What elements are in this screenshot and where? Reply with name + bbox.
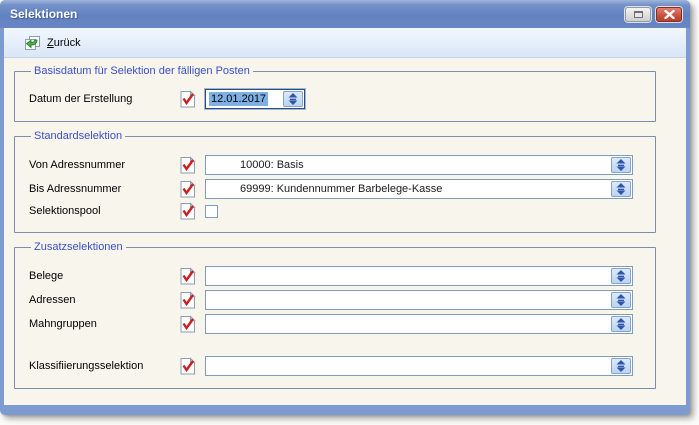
back-icon bbox=[24, 35, 41, 51]
dialog-window: Selektionen Zurück bbox=[0, 0, 690, 415]
form-row: Von Adressnummer 10000: Basis bbox=[29, 154, 645, 175]
mahngruppen-spinner[interactable] bbox=[611, 316, 631, 332]
minimize-icon bbox=[634, 11, 643, 18]
klassifizierungsselektion-input[interactable] bbox=[205, 356, 633, 376]
belege-input[interactable] bbox=[205, 266, 633, 286]
selection-check-icon[interactable] bbox=[180, 180, 196, 198]
adressen-value bbox=[206, 291, 610, 309]
spinner-arrows-icon bbox=[615, 293, 627, 307]
date-value: 12.01.2017 bbox=[206, 90, 282, 108]
form-row: Adressen bbox=[29, 289, 645, 310]
group-basisdatum-title: Basisdatum für Selektion der fälligen Po… bbox=[31, 65, 253, 77]
spinner-arrows-icon bbox=[615, 359, 627, 373]
bis-adressnummer-spinner[interactable] bbox=[611, 181, 631, 197]
spinner-arrows-icon bbox=[615, 269, 627, 283]
form-row: Bis Adressnummer 69999: Kundennummer Bar… bbox=[29, 178, 645, 199]
selection-check-icon[interactable] bbox=[180, 267, 196, 285]
group-zusatzselektionen-title: Zusatzselektionen bbox=[31, 241, 126, 253]
form-row: Mahngruppen bbox=[29, 313, 645, 334]
spinner-arrows-icon bbox=[615, 158, 627, 172]
selection-check-icon[interactable] bbox=[180, 90, 196, 108]
group-standardselektion-title: Standardselektion bbox=[31, 130, 125, 142]
field-label: Mahngruppen bbox=[29, 318, 180, 330]
von-adressnummer-spinner[interactable] bbox=[611, 157, 631, 173]
selection-check-icon[interactable] bbox=[180, 315, 196, 333]
group-zusatzselektionen: Zusatzselektionen Belege Adressen bbox=[14, 241, 656, 389]
form-content: Basisdatum für Selektion der fälligen Po… bbox=[4, 58, 686, 389]
selection-check-icon[interactable] bbox=[180, 202, 196, 220]
title-bar[interactable]: Selektionen bbox=[0, 0, 690, 28]
minimize-button[interactable] bbox=[625, 7, 651, 22]
bis-adressnummer-value: 69999: Kundennummer Barbelege-Kasse bbox=[206, 180, 610, 198]
adressen-input[interactable] bbox=[205, 290, 633, 310]
form-row: Datum der Erstellung 12.01.2017 bbox=[29, 88, 645, 109]
close-icon bbox=[664, 10, 675, 19]
field-label: Belege bbox=[29, 270, 180, 282]
form-row: Belege bbox=[29, 265, 645, 286]
date-input[interactable]: 12.01.2017 bbox=[205, 89, 305, 109]
belege-value bbox=[206, 267, 610, 285]
selection-check-icon[interactable] bbox=[180, 156, 196, 174]
close-button[interactable] bbox=[656, 7, 682, 22]
form-row: Klassifiierungsselektion bbox=[29, 355, 645, 376]
selektionspool-checkbox[interactable] bbox=[205, 205, 218, 218]
back-button-label: Zurück bbox=[47, 37, 81, 49]
field-label: Selektionspool bbox=[29, 205, 180, 217]
spinner-arrows-icon bbox=[615, 182, 627, 196]
von-adressnummer-value: 10000: Basis bbox=[206, 156, 610, 174]
von-adressnummer-input[interactable]: 10000: Basis bbox=[205, 155, 633, 175]
field-label: Bis Adressnummer bbox=[29, 183, 180, 195]
selection-check-icon[interactable] bbox=[180, 291, 196, 309]
window-title: Selektionen bbox=[10, 7, 625, 21]
field-label: Klassifiierungsselektion bbox=[29, 360, 180, 372]
field-label: Adressen bbox=[29, 294, 180, 306]
bis-adressnummer-input[interactable]: 69999: Kundennummer Barbelege-Kasse bbox=[205, 179, 633, 199]
field-label: Datum der Erstellung bbox=[29, 93, 180, 105]
adressen-spinner[interactable] bbox=[611, 292, 631, 308]
group-basisdatum: Basisdatum für Selektion der fälligen Po… bbox=[14, 65, 656, 122]
mahngruppen-value bbox=[206, 315, 610, 333]
klassifizierungsselektion-value bbox=[206, 357, 610, 375]
dialog-body: Zurück Basisdatum für Selektion der fäll… bbox=[4, 28, 686, 405]
belege-spinner[interactable] bbox=[611, 268, 631, 284]
selection-check-icon[interactable] bbox=[180, 357, 196, 375]
spinner-arrows-icon bbox=[287, 92, 299, 106]
form-row: Selektionspool bbox=[29, 202, 645, 220]
group-standardselektion: Standardselektion Von Adressnummer 10000… bbox=[14, 130, 656, 233]
field-label: Von Adressnummer bbox=[29, 159, 180, 171]
klassifizierungsselektion-spinner[interactable] bbox=[611, 358, 631, 374]
toolbar: Zurück bbox=[4, 28, 686, 58]
date-spinner[interactable] bbox=[283, 91, 303, 107]
mahngruppen-input[interactable] bbox=[205, 314, 633, 334]
screen: Selektionen Zurück bbox=[0, 0, 699, 425]
back-button[interactable]: Zurück bbox=[18, 33, 87, 53]
spinner-arrows-icon bbox=[615, 317, 627, 331]
